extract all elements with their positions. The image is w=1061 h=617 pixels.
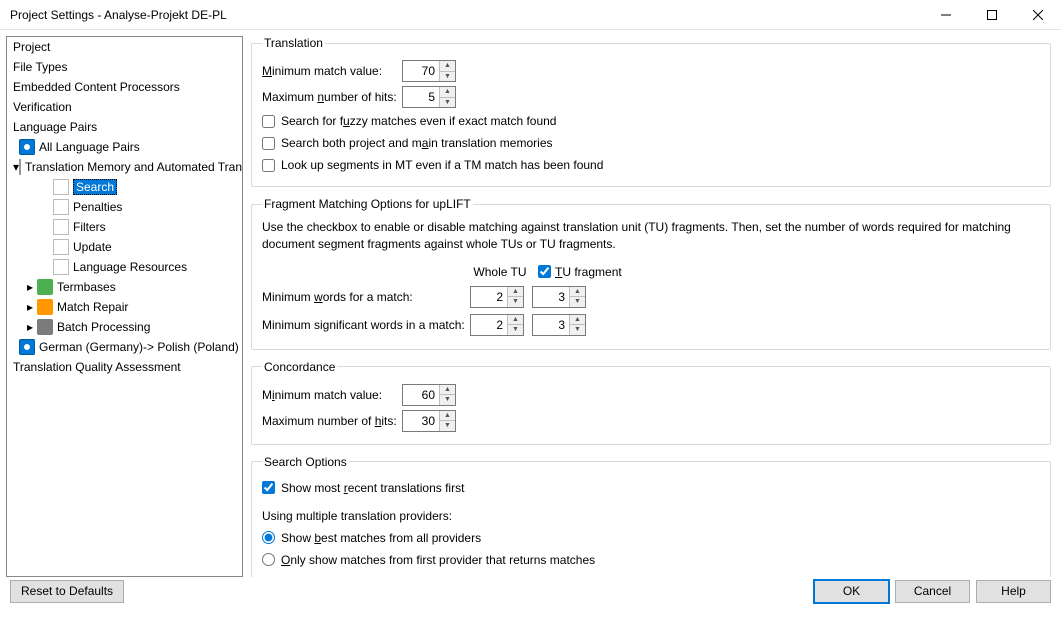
sidebar-item-penalties[interactable]: Penalties <box>7 197 242 217</box>
col-whole-tu: Whole TU <box>470 265 530 279</box>
label-recent: Show most recent translations first <box>281 481 464 495</box>
col-tu-fragment: TU fragment <box>555 265 622 279</box>
sidebar-item-file-types[interactable]: File Types <box>7 57 242 77</box>
group-translation: Translation Minimum match value: ▲▼ Maxi… <box>251 36 1051 187</box>
globe-icon <box>19 339 35 355</box>
spin-down-icon[interactable]: ▼ <box>440 72 455 82</box>
minimize-button[interactable] <box>923 0 969 30</box>
input-max-hits[interactable]: ▲▼ <box>402 86 456 108</box>
spin-down-icon[interactable]: ▼ <box>440 395 455 405</box>
spin-up-icon[interactable]: ▲ <box>440 411 455 422</box>
sidebar-item-all-language-pairs[interactable]: All Language Pairs <box>7 137 242 157</box>
chevron-right-icon: ▸ <box>23 300 37 314</box>
checkbox-fuzzy[interactable] <box>262 115 275 128</box>
spin-down-icon[interactable]: ▼ <box>440 98 455 108</box>
sidebar-item-update[interactable]: Update <box>7 237 242 257</box>
label-min-match: Minimum match value: <box>262 64 402 78</box>
legend-fragment: Fragment Matching Options for upLIFT <box>262 197 473 211</box>
input-min-words-whole[interactable]: ▲▼ <box>470 286 524 308</box>
spin-down-icon[interactable]: ▼ <box>570 297 585 307</box>
input-min-sig-frag[interactable]: ▲▼ <box>532 314 586 336</box>
spin-up-icon[interactable]: ▲ <box>570 287 585 298</box>
input-min-match[interactable]: ▲▼ <box>402 60 456 82</box>
sidebar-item-batch[interactable]: ▸Batch Processing <box>7 317 242 337</box>
wrench-icon <box>37 299 53 315</box>
checkbox-mt[interactable] <box>262 159 275 172</box>
sidebar-item-language-pairs[interactable]: Language Pairs <box>7 117 242 137</box>
input-conc-min-match[interactable]: ▲▼ <box>402 384 456 406</box>
spin-up-icon[interactable]: ▲ <box>570 315 585 326</box>
label-best: Show best matches from all providers <box>281 531 481 545</box>
checkbox-tu-fragment[interactable] <box>538 265 551 278</box>
window-title: Project Settings - Analyse-Projekt DE-PL <box>10 8 923 22</box>
ok-button[interactable]: OK <box>814 580 889 603</box>
label-fuzzy: Search for fuzzy matches even if exact m… <box>281 114 556 128</box>
sidebar-item-project[interactable]: Project <box>7 37 242 57</box>
spin-up-icon[interactable]: ▲ <box>440 385 455 396</box>
main-panel: Translation Minimum match value: ▲▼ Maxi… <box>243 36 1055 577</box>
sidebar-item-match-repair[interactable]: ▸Match Repair <box>7 297 242 317</box>
label-conc-min-match: Minimum match value: <box>262 388 402 402</box>
page-icon <box>53 259 69 275</box>
radio-first[interactable] <box>262 553 275 566</box>
group-fragment: Fragment Matching Options for upLIFT Use… <box>251 197 1051 350</box>
chevron-right-icon: ▸ <box>23 280 37 294</box>
label-min-sig: Minimum significant words in a match: <box>262 318 470 332</box>
sidebar-item-termbases[interactable]: ▸Termbases <box>7 277 242 297</box>
sidebar-item-tqa[interactable]: Translation Quality Assessment <box>7 357 242 377</box>
sidebar-item-search[interactable]: Search <box>7 177 242 197</box>
sidebar-item-verification[interactable]: Verification <box>7 97 242 117</box>
page-icon <box>53 179 69 195</box>
footer: Reset to Defaults OK Cancel Help <box>0 577 1061 611</box>
page-icon <box>53 199 69 215</box>
help-button[interactable]: Help <box>976 580 1051 603</box>
chevron-right-icon: ▸ <box>23 320 37 334</box>
spin-down-icon[interactable]: ▼ <box>570 325 585 335</box>
sidebar-item-tm-auto[interactable]: ▾Translation Memory and Automated Transl… <box>7 157 242 177</box>
legend-concordance: Concordance <box>262 360 337 374</box>
termbase-icon <box>37 279 53 295</box>
label-conc-max-hits: Maximum number of hits: <box>262 414 402 428</box>
sidebar-tree: Project File Types Embedded Content Proc… <box>6 36 243 577</box>
spin-down-icon[interactable]: ▼ <box>440 421 455 431</box>
reset-button[interactable]: Reset to Defaults <box>10 580 124 603</box>
spin-up-icon[interactable]: ▲ <box>508 287 523 298</box>
group-concordance: Concordance Minimum match value: ▲▼ Maxi… <box>251 360 1051 445</box>
sidebar-item-pair-de-pl[interactable]: German (Germany)-> Polish (Poland) <box>7 337 242 357</box>
legend-search-options: Search Options <box>262 455 349 469</box>
sidebar-item-embedded[interactable]: Embedded Content Processors <box>7 77 242 97</box>
fragment-desc: Use the checkbox to enable or disable ma… <box>262 219 1040 253</box>
spin-up-icon[interactable]: ▲ <box>440 61 455 72</box>
group-search-options: Search Options Show most recent translat… <box>251 455 1051 577</box>
input-min-words-frag[interactable]: ▲▼ <box>532 286 586 308</box>
spin-down-icon[interactable]: ▼ <box>508 297 523 307</box>
legend-translation: Translation <box>262 36 325 50</box>
checkbox-recent[interactable] <box>262 481 275 494</box>
spin-up-icon[interactable]: ▲ <box>508 315 523 326</box>
close-button[interactable] <box>1015 0 1061 30</box>
doc-icon <box>19 159 21 175</box>
sidebar-item-lang-res[interactable]: Language Resources <box>7 257 242 277</box>
cancel-button[interactable]: Cancel <box>895 580 970 603</box>
page-icon <box>53 239 69 255</box>
spin-up-icon[interactable]: ▲ <box>440 87 455 98</box>
sidebar-item-filters[interactable]: Filters <box>7 217 242 237</box>
gear-icon <box>37 319 53 335</box>
checkbox-both[interactable] <box>262 137 275 150</box>
radio-best[interactable] <box>262 531 275 544</box>
label-using: Using multiple translation providers: <box>262 509 452 523</box>
label-min-words: Minimum words for a match: <box>262 290 470 304</box>
label-mt: Look up segments in MT even if a TM matc… <box>281 158 603 172</box>
label-both: Search both project and main translation… <box>281 136 553 150</box>
titlebar: Project Settings - Analyse-Projekt DE-PL <box>0 0 1061 30</box>
label-first: Only show matches from first provider th… <box>281 553 595 567</box>
globe-icon <box>19 139 35 155</box>
label-max-hits: Maximum number of hits: <box>262 90 402 104</box>
input-min-sig-whole[interactable]: ▲▼ <box>470 314 524 336</box>
input-conc-max-hits[interactable]: ▲▼ <box>402 410 456 432</box>
spin-down-icon[interactable]: ▼ <box>508 325 523 335</box>
page-icon <box>53 219 69 235</box>
maximize-button[interactable] <box>969 0 1015 30</box>
